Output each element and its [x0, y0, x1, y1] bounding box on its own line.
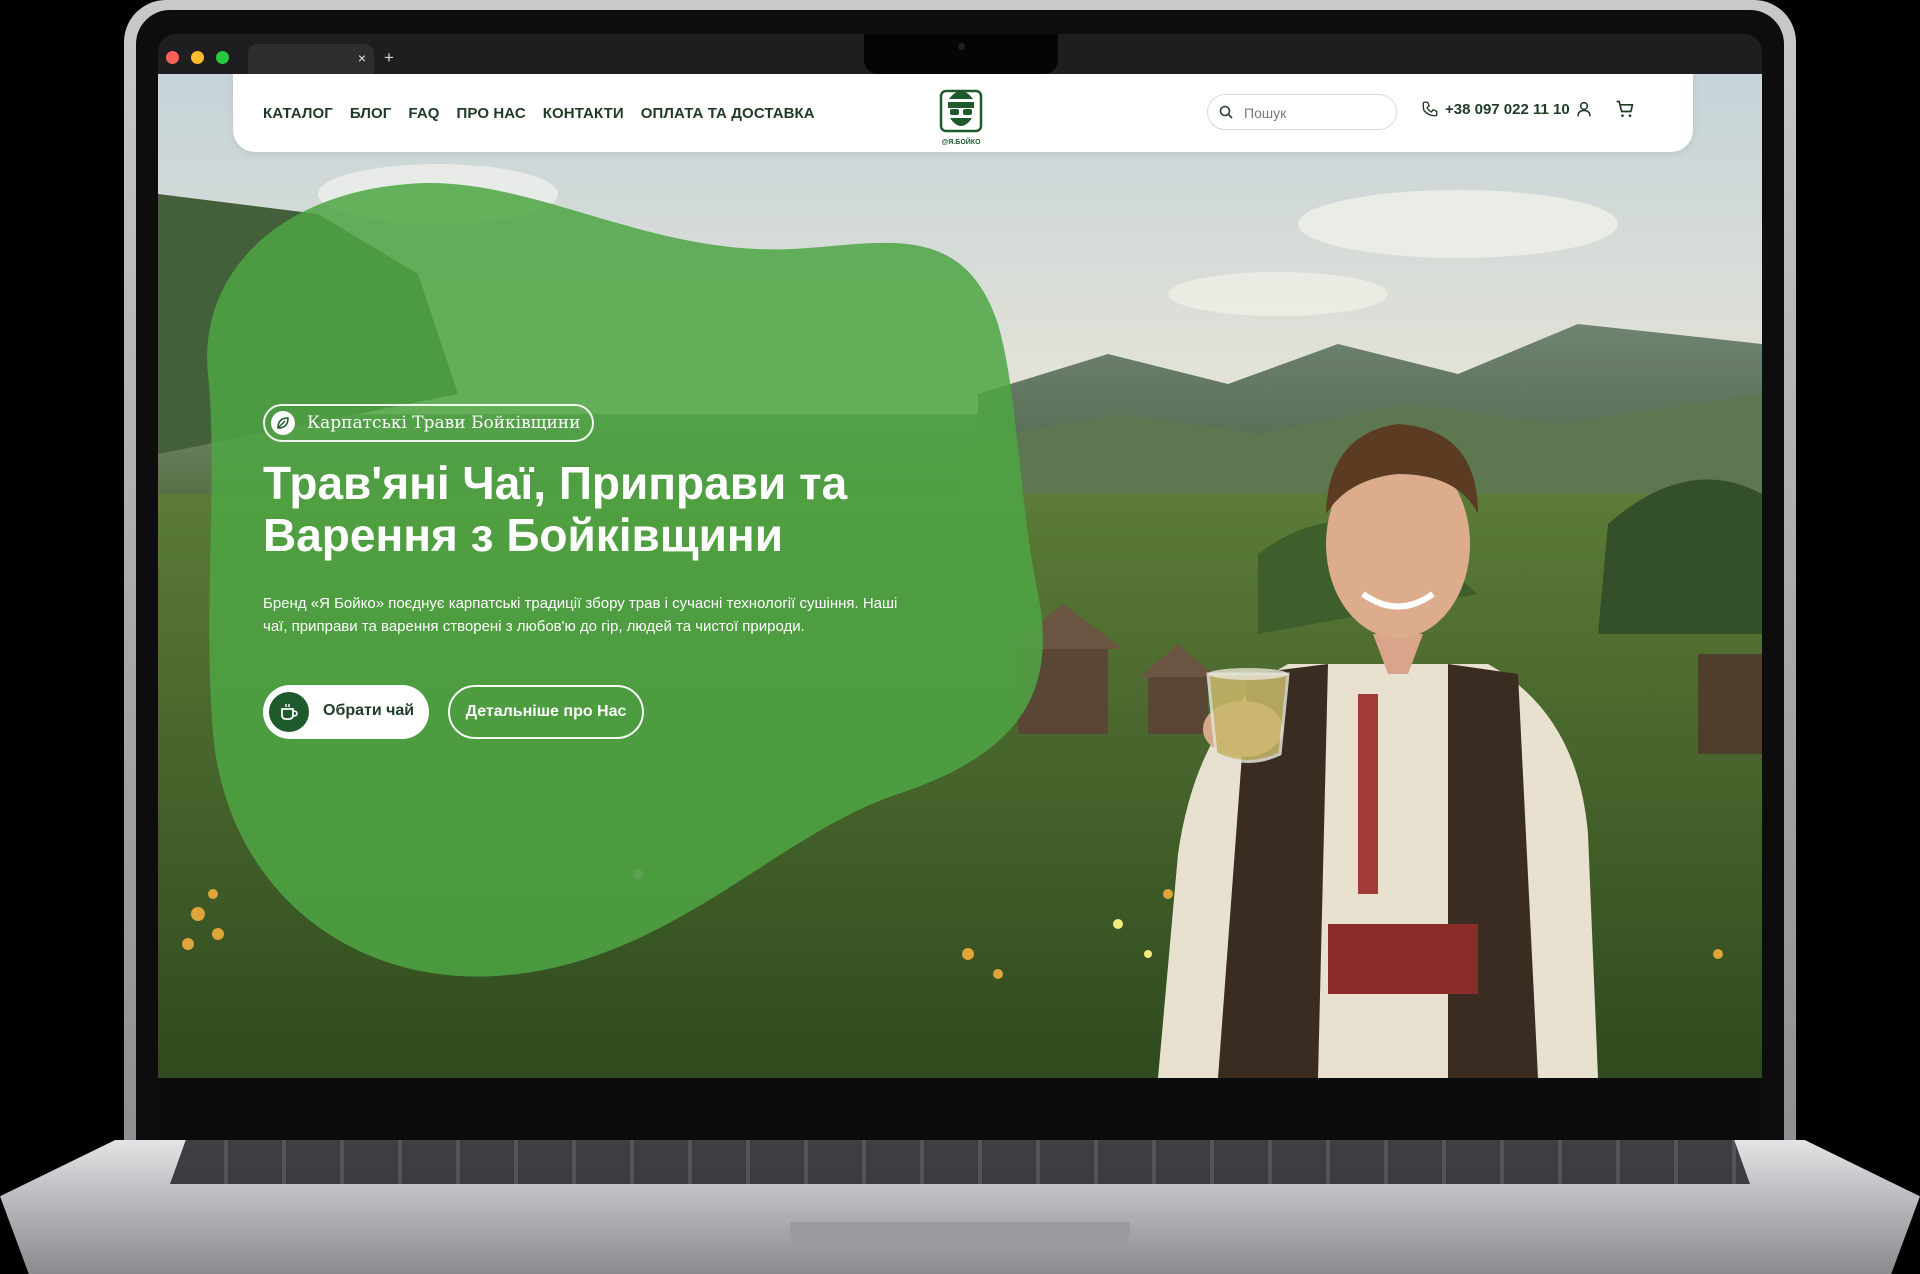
svg-text:@Я.БОЙКО: @Я.БОЙКО — [941, 137, 981, 146]
search-input[interactable] — [1242, 102, 1386, 124]
camera-icon — [958, 43, 965, 50]
nav-link-payment-delivery[interactable]: ОПЛАТА ТА ДОСТАВКА — [641, 105, 815, 122]
logo-icon[interactable]: @Я.БОЙКО — [938, 82, 984, 146]
nav-link-about[interactable]: ПРО НАС — [457, 105, 526, 122]
choose-tea-button[interactable]: Обрати чай — [263, 685, 429, 739]
hero-title-line-2: Варення з Бойківщини — [263, 509, 783, 561]
hero-title-line-1: Трав'яні Чаї, Приправи та — [263, 457, 848, 509]
camera-notch — [864, 34, 1058, 74]
main-nav: КАТАЛОГ БЛОГ FAQ ПРО НАС КОНТАКТИ ОПЛАТА… — [263, 105, 815, 122]
nav-link-blog[interactable]: БЛОГ — [350, 105, 392, 122]
hero-description: Бренд «Я Бойко» поєднує карпатські тради… — [263, 595, 898, 635]
laptop-screen: × + КАТАЛОГ БЛОГ FAQ ПРО НАС КОНТАКТИ ОП… — [158, 34, 1762, 1078]
phone-icon — [1422, 101, 1438, 117]
nav-link-contacts[interactable]: КОНТАКТИ — [543, 105, 624, 122]
hero-title: Трав'яні Чаї, Приправи та Варення з Бойк… — [263, 457, 963, 561]
hero-badge-text: Карпатські Трави Бойківщини — [307, 413, 581, 433]
about-us-button[interactable]: Детальніше про Нас — [448, 685, 644, 739]
hero-section: КАТАЛОГ БЛОГ FAQ ПРО НАС КОНТАКТИ ОПЛАТА… — [158, 74, 1762, 1078]
cart-icon[interactable] — [1615, 99, 1635, 119]
search-icon — [1219, 105, 1233, 119]
cup-icon — [269, 692, 309, 732]
tab-close-icon[interactable]: × — [358, 50, 366, 66]
green-blob-shape — [207, 183, 1043, 977]
choose-tea-label: Обрати чай — [323, 702, 415, 719]
nav-link-catalog[interactable]: КАТАЛОГ — [263, 105, 333, 122]
site-header: КАТАЛОГ БЛОГ FAQ ПРО НАС КОНТАКТИ ОПЛАТА… — [233, 74, 1693, 152]
window-zoom-button[interactable] — [216, 51, 229, 64]
browser-tab[interactable]: × — [248, 44, 374, 74]
window-minimize-button[interactable] — [191, 51, 204, 64]
leaf-icon — [271, 411, 295, 435]
laptop-chin — [158, 1078, 1762, 1140]
user-icon[interactable] — [1575, 100, 1593, 118]
nav-link-faq[interactable]: FAQ — [408, 105, 439, 122]
laptop-keyboard — [170, 1140, 1750, 1184]
new-tab-button[interactable]: + — [384, 48, 394, 68]
hero-badge: Карпатські Трави Бойківщини — [263, 404, 595, 442]
laptop-trackpad-notch — [790, 1222, 1130, 1250]
phone-number-link[interactable]: +38 097 022 11 10 — [1445, 101, 1570, 118]
window-close-button[interactable] — [166, 51, 179, 64]
search-box[interactable] — [1207, 94, 1397, 130]
